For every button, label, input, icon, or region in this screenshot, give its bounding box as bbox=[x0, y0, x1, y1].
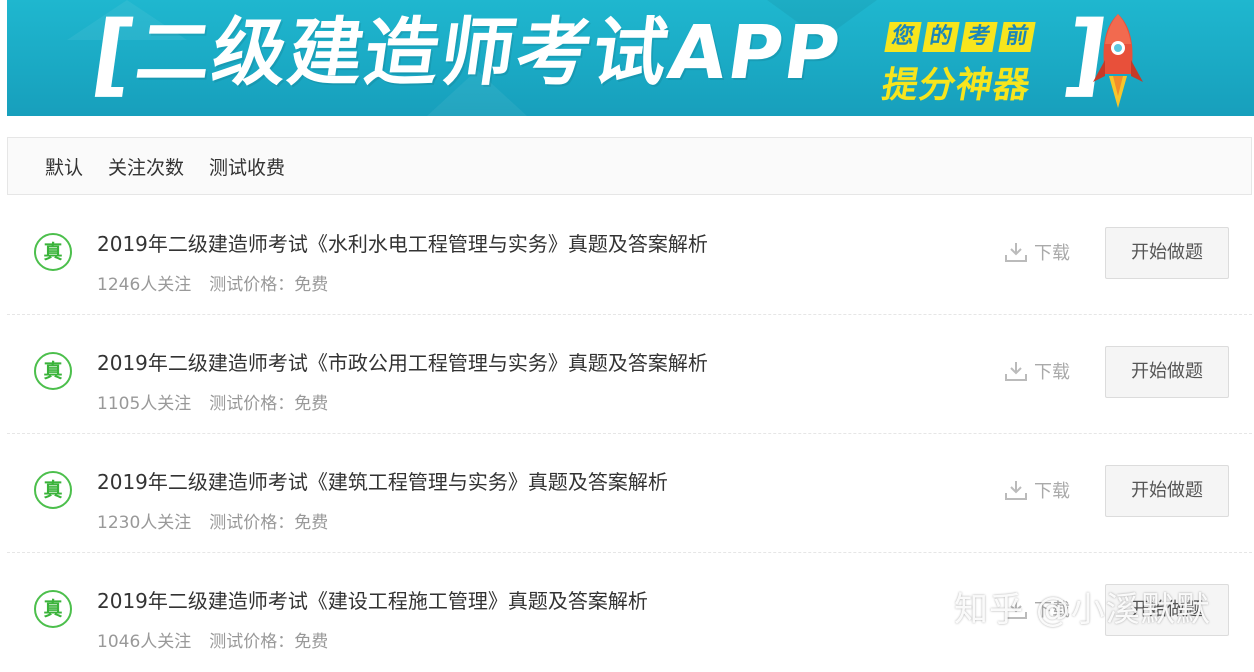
list-item: 真 2019年二级建造师考试《水利水电工程管理与实务》真题及答案解析 1246人… bbox=[7, 196, 1252, 315]
download-button[interactable]: 下载 bbox=[1004, 477, 1070, 503]
start-quiz-button[interactable]: 开始做题 bbox=[1105, 346, 1229, 398]
exam-meta: 1105人关注 测试价格：免费 bbox=[97, 389, 328, 414]
download-icon bbox=[1005, 362, 1027, 381]
promo-banner[interactable]: [ 二级建造师考试APP 您 的 考 前 提分神器 ] bbox=[7, 0, 1254, 116]
exam-title[interactable]: 2019年二级建造师考试《水利水电工程管理与实务》真题及答案解析 bbox=[97, 228, 708, 257]
banner-tags: 您 的 考 前 bbox=[884, 22, 1036, 52]
download-icon bbox=[1005, 600, 1027, 619]
banner-tag: 前 bbox=[998, 22, 1036, 52]
download-button[interactable]: 下载 bbox=[1004, 596, 1070, 622]
banner-title: 二级建造师考试APP bbox=[130, 10, 847, 96]
start-quiz-button[interactable]: 开始做题 bbox=[1105, 465, 1229, 517]
banner-tag: 您 bbox=[884, 22, 922, 52]
test-price: 测试价格：免费 bbox=[209, 275, 329, 295]
banner-slogan: 提分神器 bbox=[878, 65, 1035, 106]
exam-title[interactable]: 2019年二级建造师考试《建筑工程管理与实务》真题及答案解析 bbox=[97, 466, 668, 495]
follower-count: 1046人关注 bbox=[97, 632, 192, 652]
zhen-badge-icon: 真 bbox=[34, 471, 72, 509]
test-price: 测试价格：免费 bbox=[209, 513, 329, 533]
download-button[interactable]: 下载 bbox=[1004, 358, 1070, 384]
download-icon bbox=[1005, 243, 1027, 262]
start-quiz-button[interactable]: 开始做题 bbox=[1105, 227, 1229, 279]
test-price: 测试价格：免费 bbox=[209, 632, 329, 652]
download-label: 下载 bbox=[1034, 243, 1070, 264]
zhen-badge-icon: 真 bbox=[34, 352, 72, 390]
filter-default[interactable]: 默认 bbox=[45, 153, 83, 180]
download-button[interactable]: 下载 bbox=[1004, 239, 1070, 265]
follower-count: 1230人关注 bbox=[97, 513, 192, 533]
exam-meta: 1230人关注 测试价格：免费 bbox=[97, 508, 328, 533]
follower-count: 1105人关注 bbox=[97, 394, 192, 414]
exam-title[interactable]: 2019年二级建造师考试《建设工程施工管理》真题及答案解析 bbox=[97, 585, 648, 614]
exam-list: 真 2019年二级建造师考试《水利水电工程管理与实务》真题及答案解析 1246人… bbox=[7, 196, 1252, 672]
filter-follow-count[interactable]: 关注次数 bbox=[108, 153, 184, 180]
exam-meta: 1246人关注 测试价格：免费 bbox=[97, 270, 328, 295]
start-quiz-button[interactable]: 开始做题 bbox=[1105, 584, 1229, 636]
follower-count: 1246人关注 bbox=[97, 275, 192, 295]
sort-filter-bar: 默认 关注次数 测试收费 bbox=[7, 137, 1252, 195]
exam-meta: 1046人关注 测试价格：免费 bbox=[97, 627, 328, 652]
test-price: 测试价格：免费 bbox=[209, 394, 329, 414]
download-label: 下载 bbox=[1034, 362, 1070, 383]
list-item: 真 2019年二级建造师考试《市政公用工程管理与实务》真题及答案解析 1105人… bbox=[7, 315, 1252, 434]
list-item: 真 2019年二级建造师考试《建筑工程管理与实务》真题及答案解析 1230人关注… bbox=[7, 434, 1252, 553]
banner-tag: 的 bbox=[922, 22, 960, 52]
zhen-badge-icon: 真 bbox=[34, 590, 72, 628]
download-label: 下载 bbox=[1034, 600, 1070, 621]
exam-title[interactable]: 2019年二级建造师考试《市政公用工程管理与实务》真题及答案解析 bbox=[97, 347, 708, 376]
banner-tag: 考 bbox=[960, 22, 998, 52]
rocket-icon bbox=[1093, 14, 1143, 108]
filter-test-fee[interactable]: 测试收费 bbox=[209, 153, 285, 180]
download-label: 下载 bbox=[1034, 481, 1070, 502]
list-item: 真 2019年二级建造师考试《建设工程施工管理》真题及答案解析 1046人关注测… bbox=[7, 553, 1252, 672]
download-icon bbox=[1005, 481, 1027, 500]
zhen-badge-icon: 真 bbox=[34, 233, 72, 271]
